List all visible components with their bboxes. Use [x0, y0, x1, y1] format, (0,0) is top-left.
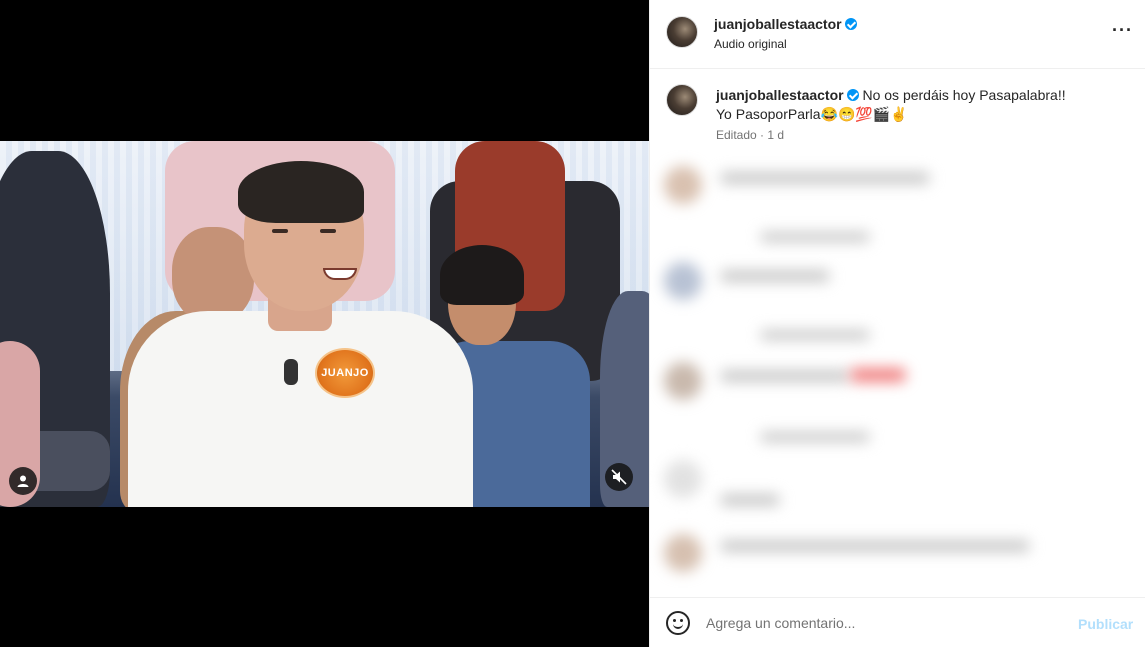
contestant-eye	[320, 229, 336, 233]
post-caption: juanjoballestaactor No os perdáis hoy Pa…	[716, 86, 1126, 124]
publish-button[interactable]: Publicar	[1078, 616, 1133, 632]
comment-avatar	[664, 534, 702, 572]
comment-text-blurred	[720, 270, 830, 282]
comment-meta-blurred	[760, 432, 870, 442]
comment-meta-blurred	[760, 232, 870, 242]
comment-meta-blurred	[760, 330, 870, 340]
contestant-hair	[238, 161, 364, 223]
person-tag-button[interactable]	[9, 467, 37, 495]
verified-badge-icon	[844, 18, 857, 30]
emoji-smile-icon[interactable]	[666, 611, 690, 635]
more-options-button[interactable]: ···	[1112, 20, 1133, 41]
audience-member-hair	[440, 245, 524, 305]
audience-member-head	[172, 227, 254, 323]
comment-composer: Publicar	[650, 597, 1145, 647]
contestant-body	[128, 311, 473, 507]
person-tag-icon	[17, 475, 29, 487]
audio-label[interactable]: Audio original	[714, 37, 787, 51]
comment-input[interactable]	[706, 612, 1056, 634]
comment-avatar	[664, 262, 702, 300]
caption-username[interactable]: juanjoballestaactor	[716, 87, 844, 103]
lapel-microphone	[284, 359, 298, 385]
verified-badge-icon	[846, 89, 859, 101]
comment-emoji-blurred	[850, 368, 906, 382]
caption-line-2: Yo PasoporParla😂😁💯🎬✌️	[716, 106, 908, 122]
name-badge: JUANJO	[315, 348, 375, 398]
comment-avatar	[664, 362, 702, 400]
comment-text-blurred	[720, 494, 780, 506]
author-username[interactable]: juanjoballestaactor	[714, 16, 857, 32]
media-pane: JUANJO	[0, 0, 649, 647]
author-username-text[interactable]: juanjoballestaactor	[714, 16, 842, 32]
caption-line-1: No os perdáis hoy Pasapalabra!!	[862, 87, 1066, 103]
post-details-panel: juanjoballestaactor Audio original ··· j…	[649, 0, 1145, 647]
post-header: juanjoballestaactor Audio original ···	[650, 0, 1145, 69]
post-viewer: JUANJO juanjoballestaactor Audio origina…	[0, 0, 1145, 647]
video-player[interactable]: JUANJO	[0, 141, 649, 507]
comment-text-blurred	[720, 540, 1030, 552]
contestant-eye	[272, 229, 288, 233]
comment-avatar	[664, 460, 702, 498]
speaker-muted-icon	[611, 469, 627, 485]
comment-avatar	[664, 166, 702, 204]
author-avatar[interactable]	[666, 16, 698, 48]
comment-text-blurred	[720, 370, 850, 382]
comment-text-blurred	[720, 172, 930, 184]
caption-author-avatar[interactable]	[666, 84, 698, 116]
mute-toggle-button[interactable]	[605, 463, 633, 491]
caption-meta: Editado · 1 d	[716, 128, 785, 142]
